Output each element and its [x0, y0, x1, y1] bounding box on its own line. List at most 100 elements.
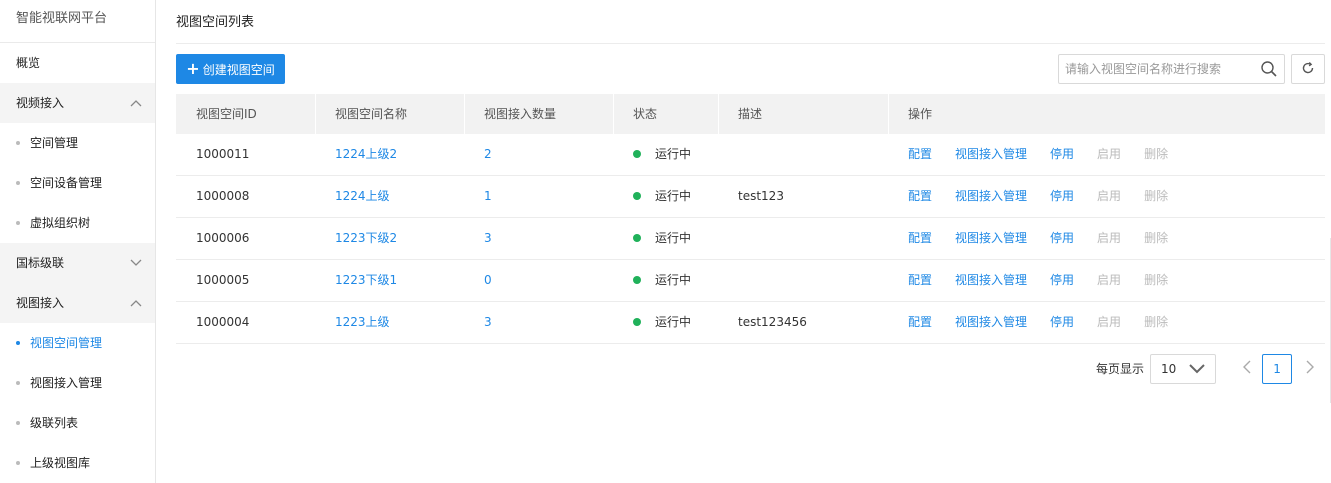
chevron-up-icon: [129, 283, 143, 323]
chevron-up-icon: [129, 83, 143, 123]
page-size-label: 每页显示: [1096, 362, 1145, 376]
status-text: 运行中: [655, 189, 692, 203]
op-config-button[interactable]: 配置: [908, 260, 932, 301]
table-row: 1000011 1224上级2 2 运行中 配置 视图接入管理 停用 启用 删除: [176, 134, 1325, 176]
sidebar-item-space-management[interactable]: 空间管理: [0, 123, 155, 163]
sidebar-group-video-access[interactable]: 视频接入: [0, 83, 155, 123]
cell-description: [718, 218, 888, 259]
op-delete-button: 删除: [1144, 189, 1169, 203]
bullet-icon: [16, 461, 20, 465]
operations: 配置 视图接入管理 停用 启用 删除: [908, 176, 1325, 217]
table-row: 1000008 1224上级 1 运行中 test123 配置 视图接入管理 停用 启用 删除: [176, 176, 1325, 218]
view-space-table: 视图空间ID 视图空间名称 视图接入数量 状态 描述 操作 1000011 122…: [176, 94, 1325, 344]
op-config-button[interactable]: 配置: [908, 134, 932, 175]
op-disable-button[interactable]: 停用: [1050, 218, 1074, 259]
cell-id: 1000006: [196, 231, 250, 245]
table-row: 1000005 1223下级1 0 运行中 配置 视图接入管理 停用 启用 删除: [176, 260, 1325, 302]
cell-name-link[interactable]: 1223下级1: [335, 273, 397, 287]
op-enable-button: 启用: [1097, 231, 1122, 245]
cell-name-link[interactable]: 1224上级: [335, 189, 390, 203]
sidebar-item-overview[interactable]: 概览: [0, 43, 155, 83]
cell-status: 运行中: [613, 134, 718, 175]
sidebar-item-label: 视图接入管理: [30, 376, 103, 390]
status-running-icon: [633, 275, 641, 284]
cell-description: [718, 134, 888, 175]
op-view-access-management-button[interactable]: 视图接入管理: [955, 218, 1027, 259]
operations: 配置 视图接入管理 停用 启用 删除: [908, 260, 1325, 301]
sidebar-item-space-device-management[interactable]: 空间设备管理: [0, 163, 155, 203]
cell-status: 运行中: [613, 218, 718, 259]
status-text: 运行中: [655, 231, 692, 245]
op-config-button[interactable]: 配置: [908, 218, 932, 259]
operations: 配置 视图接入管理 停用 启用 删除: [908, 134, 1325, 175]
op-disable-button[interactable]: 停用: [1050, 176, 1074, 217]
op-delete-button: 删除: [1144, 147, 1169, 161]
previous-page-button[interactable]: [1236, 354, 1256, 384]
status-running-icon: [633, 233, 641, 242]
refresh-icon: [1301, 61, 1315, 78]
refresh-button[interactable]: [1291, 54, 1325, 84]
cell-description: test123: [738, 189, 784, 203]
op-delete-button: 删除: [1144, 273, 1169, 287]
cell-count-link[interactable]: 0: [484, 273, 492, 287]
column-header-status: 状态: [613, 94, 718, 134]
op-disable-button[interactable]: 停用: [1050, 134, 1074, 175]
bullet-icon: [16, 421, 20, 425]
bullet-icon: [16, 221, 20, 225]
sidebar-item-cascade-list[interactable]: 级联列表: [0, 403, 155, 443]
cell-count-link[interactable]: 3: [484, 315, 492, 329]
page-title: 视图空间列表: [176, 15, 255, 30]
chevron-down-icon: [1189, 363, 1205, 378]
cell-count-link[interactable]: 1: [484, 189, 492, 203]
page-number-button[interactable]: 1: [1262, 353, 1293, 384]
cell-name-link[interactable]: 1223下级2: [335, 231, 397, 245]
op-enable-button: 启用: [1097, 273, 1122, 287]
cell-description: test123456: [738, 315, 807, 329]
cell-name-link[interactable]: 1224上级2: [335, 147, 397, 161]
next-page-button[interactable]: [1300, 354, 1320, 384]
bullet-icon: [16, 141, 20, 145]
op-disable-button[interactable]: 停用: [1050, 260, 1074, 301]
cell-count-link[interactable]: 2: [484, 147, 492, 161]
sidebar-group-gb-cascade[interactable]: 国标级联: [0, 243, 155, 283]
divider: [176, 43, 1325, 44]
main-content: 视图空间列表 + 创建视图空间 视图空间ID 视图空间名称 视图接入数量 状态 …: [156, 0, 1331, 483]
op-view-access-management-button[interactable]: 视图接入管理: [955, 302, 1027, 343]
page-size-value: 10: [1161, 361, 1177, 376]
sidebar-group-label: 视图接入: [16, 296, 65, 310]
cell-name-link[interactable]: 1223上级: [335, 315, 390, 329]
op-config-button[interactable]: 配置: [908, 176, 932, 217]
page-size-select[interactable]: 10: [1150, 353, 1217, 384]
sidebar-group-view-access[interactable]: 视图接入: [0, 283, 155, 323]
cell-status: 运行中: [613, 176, 718, 217]
sidebar-item-view-space-management[interactable]: 视图空间管理: [0, 323, 155, 363]
op-view-access-management-button[interactable]: 视图接入管理: [955, 260, 1027, 301]
op-delete-button: 删除: [1144, 315, 1169, 329]
op-enable-button: 启用: [1097, 189, 1122, 203]
op-config-button[interactable]: 配置: [908, 302, 932, 343]
column-header-description: 描述: [718, 94, 888, 134]
column-header-id: 视图空间ID: [196, 107, 257, 121]
sidebar-item-view-access-management[interactable]: 视图接入管理: [0, 363, 155, 403]
chevron-down-icon: [129, 243, 143, 283]
operations: 配置 视图接入管理 停用 启用 删除: [908, 218, 1325, 259]
cell-id: 1000011: [196, 147, 250, 161]
sidebar-item-virtual-org-tree[interactable]: 虚拟组织树: [0, 203, 155, 243]
sidebar-item-label: 上级视图库: [30, 456, 91, 470]
sidebar: 智能视联网平台 概览 视频接入 空间管理 空间设备管理 虚拟组织树 国标级联 视…: [0, 0, 156, 483]
sidebar-item-label: 级联列表: [30, 416, 79, 430]
status-text: 运行中: [655, 273, 692, 287]
search-input[interactable]: [1059, 55, 1249, 83]
op-enable-button: 启用: [1097, 147, 1122, 161]
create-view-space-button[interactable]: + 创建视图空间: [176, 54, 285, 84]
status-text: 运行中: [655, 315, 692, 329]
sidebar-item-upper-view-library[interactable]: 上级视图库: [0, 443, 155, 483]
status-running-icon: [633, 149, 641, 158]
cell-count-link[interactable]: 3: [484, 231, 492, 245]
op-disable-button[interactable]: 停用: [1050, 302, 1074, 343]
status-running-icon: [633, 191, 641, 200]
search-icon[interactable]: [1260, 60, 1278, 78]
bullet-icon: [16, 181, 20, 185]
op-view-access-management-button[interactable]: 视图接入管理: [955, 176, 1027, 217]
op-view-access-management-button[interactable]: 视图接入管理: [955, 134, 1027, 175]
